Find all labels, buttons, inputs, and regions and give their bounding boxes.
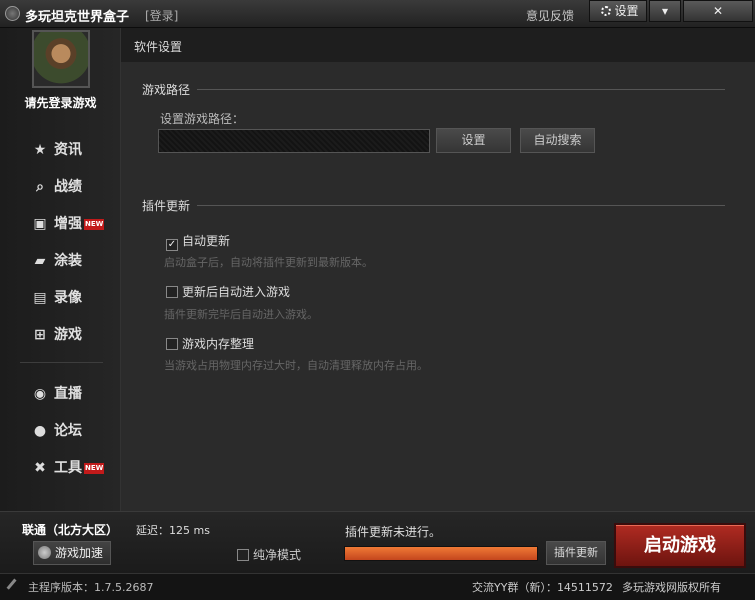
sidebar-item-label: 工具	[54, 460, 82, 476]
film-icon: ▤	[33, 290, 47, 306]
auto-enter-game-description: 插件更新完毕后自动进入游戏。	[164, 308, 318, 321]
sidebar-item-label: 涂装	[54, 253, 82, 269]
memory-cleanup-checkbox[interactable]	[166, 338, 178, 350]
set-path-button[interactable]: 设置	[436, 128, 511, 153]
panel-header: 软件设置	[121, 28, 755, 62]
copyright-text: 多玩游戏网版权所有	[622, 581, 721, 594]
auto-enter-game-checkbox-row[interactable]: 更新后自动进入游戏	[166, 285, 290, 301]
minimize-button[interactable]: ▾	[649, 0, 681, 22]
memory-cleanup-checkbox-row[interactable]: 游戏内存整理	[166, 337, 254, 353]
toolbox-icon: ▣	[33, 216, 47, 232]
new-badge: NEW	[84, 463, 105, 474]
minimize-icon: ▾	[661, 4, 669, 18]
sidebar-item-records[interactable]: ⌕ 战绩	[32, 177, 82, 197]
auto-search-button[interactable]: 自动搜索	[520, 128, 595, 153]
plugin-progress-fill	[345, 547, 537, 560]
pure-mode-checkbox[interactable]	[237, 549, 249, 561]
plugin-update-button[interactable]: 插件更新	[546, 541, 606, 565]
sidebar-item-games[interactable]: ⊞ 游戏	[32, 325, 82, 345]
auto-enter-game-checkbox[interactable]	[166, 286, 178, 298]
avatar[interactable]	[32, 30, 90, 88]
plugin-status-text: 插件更新未进行。	[345, 525, 442, 539]
sidebar-item-forum[interactable]: ● 论坛	[32, 421, 82, 441]
close-button[interactable]: ✕	[683, 0, 753, 22]
pure-mode-label: 纯净模式	[253, 548, 302, 562]
gamepad-icon: ⊞	[34, 327, 46, 343]
yy-group-link[interactable]: 交流YY群（新）：14511572	[472, 579, 613, 595]
game-accelerate-button[interactable]: 游戏加速	[33, 541, 111, 565]
login-link[interactable]: [登录]	[145, 7, 178, 24]
sidebar-item-label: 资讯	[54, 142, 82, 158]
sidebar-item-label: 游戏	[54, 327, 82, 343]
sidebar-item-label: 论坛	[54, 423, 82, 439]
title-bar: 多玩坦克世界盒子 [登录] 意见反馈 设置 ▾ ✕	[0, 0, 755, 28]
sidebar-item-live[interactable]: ◉ 直播	[32, 384, 82, 404]
game-path-input[interactable]	[158, 129, 430, 153]
game-path-label: 设置游戏路径：	[160, 112, 245, 126]
sidebar-item-news[interactable]: ★ 资讯	[32, 140, 82, 160]
sidebar-item-skins[interactable]: ▰ 涂装	[32, 251, 82, 271]
status-bar: 主程序版本：1.7.5.2687 交流YY群（新）：14511572 多玩游戏网…	[0, 573, 755, 600]
section-title-game-path: 游戏路径	[142, 83, 191, 97]
auto-update-description: 启动盒子后，自动将插件更新到最新版本。	[164, 256, 373, 269]
new-badge: NEW	[84, 219, 105, 230]
tank-icon: ▰	[34, 253, 46, 269]
pure-mode-checkbox-row[interactable]: 纯净模式	[237, 546, 301, 563]
accelerate-label: 游戏加速	[55, 546, 104, 560]
settings-panel: 软件设置 游戏路径 设置游戏路径： 设置 自动搜索 插件更新 ✓ 自动更新 启动盒…	[121, 28, 755, 511]
bottom-bar: 联通（北方大区） 延迟：125 ms 游戏加速 纯净模式 插件更新未进行。 插件…	[0, 511, 755, 573]
auto-update-checkbox[interactable]: ✓	[166, 239, 178, 251]
close-icon: ✕	[712, 4, 724, 18]
sidebar-divider	[20, 362, 103, 363]
launch-game-button[interactable]: 启动游戏	[614, 523, 746, 568]
latency-readout: 延迟：125 ms	[136, 524, 210, 537]
auto-update-checkbox-row[interactable]: ✓ 自动更新	[166, 234, 231, 251]
gear-icon	[601, 6, 612, 16]
login-prompt[interactable]: 请先登录游戏	[0, 94, 121, 111]
sidebar: 请先登录游戏 ★ 资讯 ⌕ 战绩 ▣ 增强 NEW ▰ 涂装 ▤ 录像 ⊞ 游戏 ◉ 直播 ● 论…	[0, 28, 121, 511]
settings-label: 设置	[614, 4, 639, 18]
play-icon: ◉	[33, 386, 47, 402]
search-icon: ⌕	[36, 179, 44, 195]
sidebar-item-replays[interactable]: ▤ 录像	[32, 288, 82, 308]
memory-cleanup-description: 当游戏占用物理内存过大时，自动清理释放内存占用。	[164, 359, 428, 372]
sidebar-item-enhance[interactable]: ▣ 增强 NEW	[32, 214, 105, 234]
plugin-progress-bar	[344, 546, 538, 561]
sidebar-item-label: 增强	[54, 216, 82, 232]
auto-update-label: 自动更新	[182, 234, 231, 248]
sidebar-item-label: 直播	[54, 386, 82, 402]
star-icon: ★	[33, 142, 47, 158]
app-logo-icon	[5, 6, 20, 21]
section-title-plugin-update: 插件更新	[142, 199, 191, 213]
server-region[interactable]: 联通（北方大区）	[22, 521, 118, 538]
settings-button[interactable]: 设置	[589, 0, 647, 22]
sidebar-item-label: 录像	[54, 290, 82, 306]
tool-icon[interactable]	[6, 578, 24, 596]
section-divider	[197, 89, 725, 90]
sidebar-item-label: 战绩	[54, 179, 82, 195]
feedback-link[interactable]: 意见反馈	[526, 7, 574, 24]
globe-icon	[38, 546, 51, 559]
sidebar-item-tools[interactable]: ✖ 工具 NEW	[32, 458, 105, 478]
section-divider	[197, 205, 725, 206]
wrench-icon: ✖	[34, 460, 46, 476]
app-title: 多玩坦克世界盒子	[25, 10, 130, 25]
chat-bubble-icon: ●	[33, 423, 47, 439]
auto-enter-game-label: 更新后自动进入游戏	[182, 285, 291, 299]
page-title: 软件设置	[134, 40, 183, 54]
memory-cleanup-label: 游戏内存整理	[182, 337, 255, 351]
version-text: 主程序版本：1.7.5.2687	[28, 581, 154, 594]
